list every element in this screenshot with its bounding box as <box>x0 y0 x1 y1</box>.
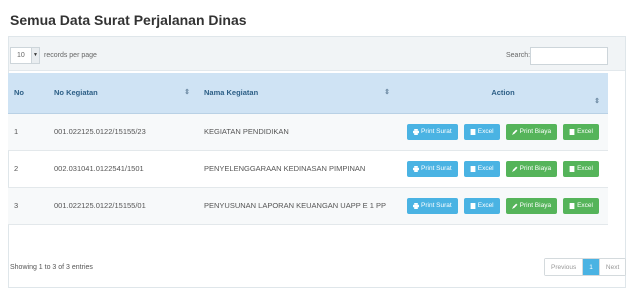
print-surat-button[interactable]: Print Surat <box>407 160 458 177</box>
cell-nama-kegiatan: PENYUSUNAN LAPORAN KEUANGAN UAPP E 1 PP <box>198 187 398 225</box>
print-surat-button[interactable]: Print Surat <box>407 123 458 140</box>
excel-button[interactable]: Excel <box>563 160 599 177</box>
records-per-page-select[interactable]: 10 ▼ <box>10 47 40 64</box>
excel-button[interactable]: Excel <box>463 160 500 177</box>
cell-no: 2 <box>8 150 48 188</box>
file-icon <box>569 128 575 135</box>
cell-actions: Print Surat Excel Print Biaya Excel <box>398 150 608 188</box>
excel-label: Excel <box>577 165 593 172</box>
cell-no-kegiatan: 002.031041.0122541/1501 <box>48 150 198 188</box>
excel-label: Excel <box>477 128 494 135</box>
table-header-row: No No Kegiatan ⇕ Nama Kegiatan ⇕ Action ⇕ <box>8 73 608 114</box>
search-input[interactable] <box>530 47 608 65</box>
print-biaya-label: Print Biaya <box>519 202 552 209</box>
print-biaya-label: Print Biaya <box>519 165 552 172</box>
excel-label: Excel <box>477 202 494 209</box>
cell-no: 1 <box>8 113 48 151</box>
cell-actions: Print Surat Excel Print Biaya Excel <box>398 187 608 225</box>
cell-no: 3 <box>8 187 48 225</box>
file-icon <box>470 165 476 172</box>
table-row: 1 001.022125.0122/15155/23 KEGIATAN PEND… <box>8 113 608 151</box>
col-header-nama-kegiatan-label: Nama Kegiatan <box>204 88 259 98</box>
search-label: Search: <box>506 52 531 59</box>
cell-actions: Print Surat Excel Print Biaya Excel <box>398 113 608 151</box>
sort-icon: ⇕ <box>384 89 390 96</box>
col-header-action[interactable]: Action ⇕ <box>398 73 608 114</box>
print-biaya-button[interactable]: Print Biaya <box>505 123 558 140</box>
page-1-button[interactable]: 1 <box>582 259 600 275</box>
excel-label: Excel <box>577 128 593 135</box>
print-icon <box>413 128 420 135</box>
file-icon <box>470 128 476 135</box>
cell-no-kegiatan: 001.022125.0122/15155/01 <box>48 187 198 225</box>
print-surat-label: Print Surat <box>421 128 452 135</box>
next-page-button[interactable]: Next <box>599 259 626 275</box>
file-icon <box>569 165 575 172</box>
previous-page-button[interactable]: Previous <box>545 259 583 275</box>
table-row: 2 002.031041.0122541/1501 PENYELENGGARAA… <box>8 150 608 188</box>
cell-no-kegiatan: 001.022125.0122/15155/23 <box>48 113 198 151</box>
pencil-icon <box>511 166 518 172</box>
print-biaya-label: Print Biaya <box>519 128 552 135</box>
cell-nama-kegiatan: KEGIATAN PENDIDIKAN <box>198 113 398 151</box>
print-icon <box>413 165 420 172</box>
chevron-down-icon: ▼ <box>31 48 39 63</box>
sort-icon: ⇕ <box>594 98 600 105</box>
table-row: 3 001.022125.0122/15155/01 PENYUSUNAN LA… <box>8 187 608 225</box>
pagination: Previous 1 Next <box>544 258 627 276</box>
data-table: No No Kegiatan ⇕ Nama Kegiatan ⇕ Action ⇕ 1… <box>8 73 608 225</box>
file-icon <box>470 202 476 209</box>
excel-button[interactable]: Excel <box>463 197 500 214</box>
col-header-no-kegiatan-label: No Kegiatan <box>54 88 98 98</box>
print-biaya-button[interactable]: Print Biaya <box>505 197 558 214</box>
cell-nama-kegiatan: PENYELENGGARAAN KEDINASAN PIMPINAN <box>198 150 398 188</box>
excel-label: Excel <box>477 165 494 172</box>
table-info: Showing 1 to 3 of 3 entries <box>10 264 93 271</box>
print-biaya-button[interactable]: Print Biaya <box>505 160 558 177</box>
print-icon <box>413 202 420 209</box>
col-header-no-kegiatan[interactable]: No Kegiatan ⇕ <box>48 73 198 114</box>
print-surat-label: Print Surat <box>421 202 452 209</box>
excel-button[interactable]: Excel <box>563 197 599 214</box>
print-surat-button[interactable]: Print Surat <box>407 197 458 214</box>
col-header-action-label: Action <box>491 88 515 98</box>
table-toolbar: 10 ▼ records per page Search: <box>10 46 608 66</box>
file-icon <box>569 202 575 209</box>
print-surat-label: Print Surat <box>421 165 452 172</box>
page-title: Semua Data Surat Perjalanan Dinas <box>10 12 247 28</box>
pencil-icon <box>511 129 518 135</box>
records-per-page-label: records per page <box>44 52 97 59</box>
excel-button[interactable]: Excel <box>563 123 599 140</box>
records-per-page-value: 10 <box>17 52 25 59</box>
pencil-icon <box>511 203 518 209</box>
col-header-no[interactable]: No <box>8 73 48 114</box>
col-header-nama-kegiatan[interactable]: Nama Kegiatan ⇕ <box>198 73 398 114</box>
col-header-no-label: No <box>14 88 24 98</box>
excel-label: Excel <box>577 202 593 209</box>
excel-button[interactable]: Excel <box>463 123 500 140</box>
sort-icon: ⇕ <box>184 89 190 96</box>
